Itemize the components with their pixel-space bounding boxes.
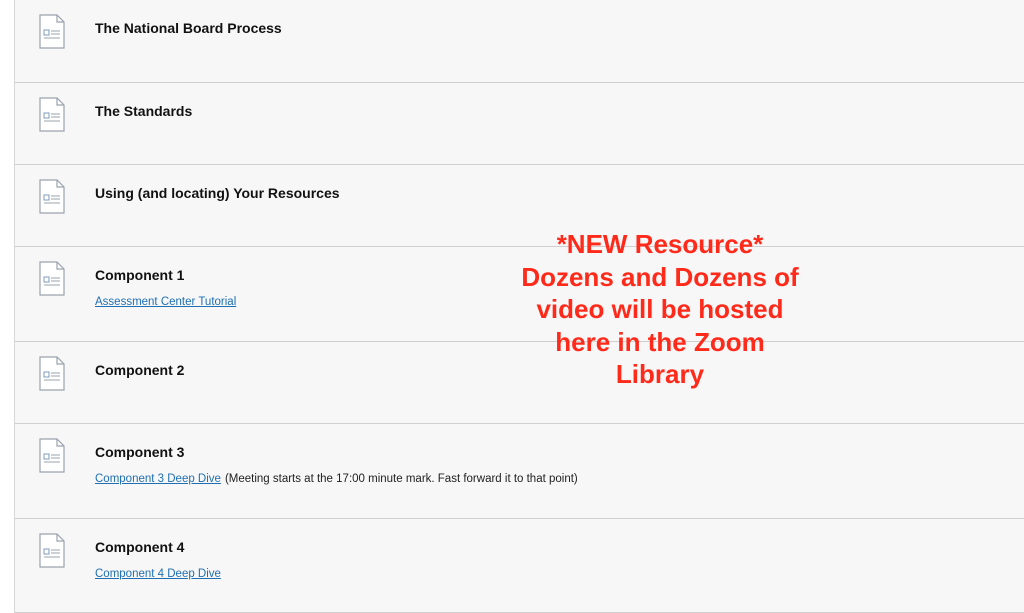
assessment-center-tutorial-link[interactable]: Assessment Center Tutorial bbox=[95, 296, 236, 308]
item-title[interactable]: Component 3 bbox=[95, 444, 184, 460]
item-title[interactable]: The Standards bbox=[95, 103, 192, 119]
item-title[interactable]: Component 2 bbox=[95, 362, 184, 378]
item-description: Component 4 Deep Dive bbox=[95, 568, 221, 580]
announcement-line: Library bbox=[615, 359, 705, 389]
item-description: Component 3 Deep Dive (Meeting starts at … bbox=[95, 473, 578, 485]
document-icon[interactable] bbox=[39, 261, 65, 296]
announcement-line: Dozens and Dozens of bbox=[521, 261, 799, 292]
item-title[interactable]: Using (and locating) Your Resources bbox=[95, 185, 340, 201]
content-item-national-board-process: The National Board Process bbox=[15, 0, 1024, 83]
document-icon[interactable] bbox=[39, 179, 65, 214]
left-rail bbox=[0, 0, 15, 613]
item-title[interactable]: Component 1 bbox=[95, 267, 184, 283]
content-item-component-4: Component 4 Component 4 Deep Dive bbox=[15, 519, 1024, 613]
item-description: Assessment Center Tutorial bbox=[95, 296, 236, 308]
course-content-page: The National Board Process The Standards bbox=[0, 0, 1024, 613]
document-icon[interactable] bbox=[39, 533, 65, 568]
announcement-line: video will be hosted bbox=[536, 294, 784, 324]
component-4-deep-dive-link[interactable]: Component 4 Deep Dive bbox=[95, 568, 221, 580]
content-item-component-3: Component 3 Component 3 Deep Dive (Meetin… bbox=[15, 424, 1024, 519]
announcement-line: here in the Zoom bbox=[555, 326, 765, 357]
item-title[interactable]: Component 4 bbox=[95, 539, 184, 555]
document-icon[interactable] bbox=[39, 14, 65, 49]
item-title[interactable]: The National Board Process bbox=[95, 20, 282, 36]
document-icon[interactable] bbox=[39, 97, 65, 132]
item-note: (Meeting starts at the 17:00 minute mark… bbox=[224, 473, 578, 485]
component-3-deep-dive-link[interactable]: Component 3 Deep Dive bbox=[95, 473, 221, 485]
document-icon[interactable] bbox=[39, 356, 65, 391]
new-resource-announcement: *NEW Resource* Dozens and Dozens of vide… bbox=[490, 228, 830, 391]
content-item-standards: The Standards bbox=[15, 83, 1024, 165]
announcement-line: *NEW Resource* bbox=[556, 229, 764, 259]
document-icon[interactable] bbox=[39, 438, 65, 473]
